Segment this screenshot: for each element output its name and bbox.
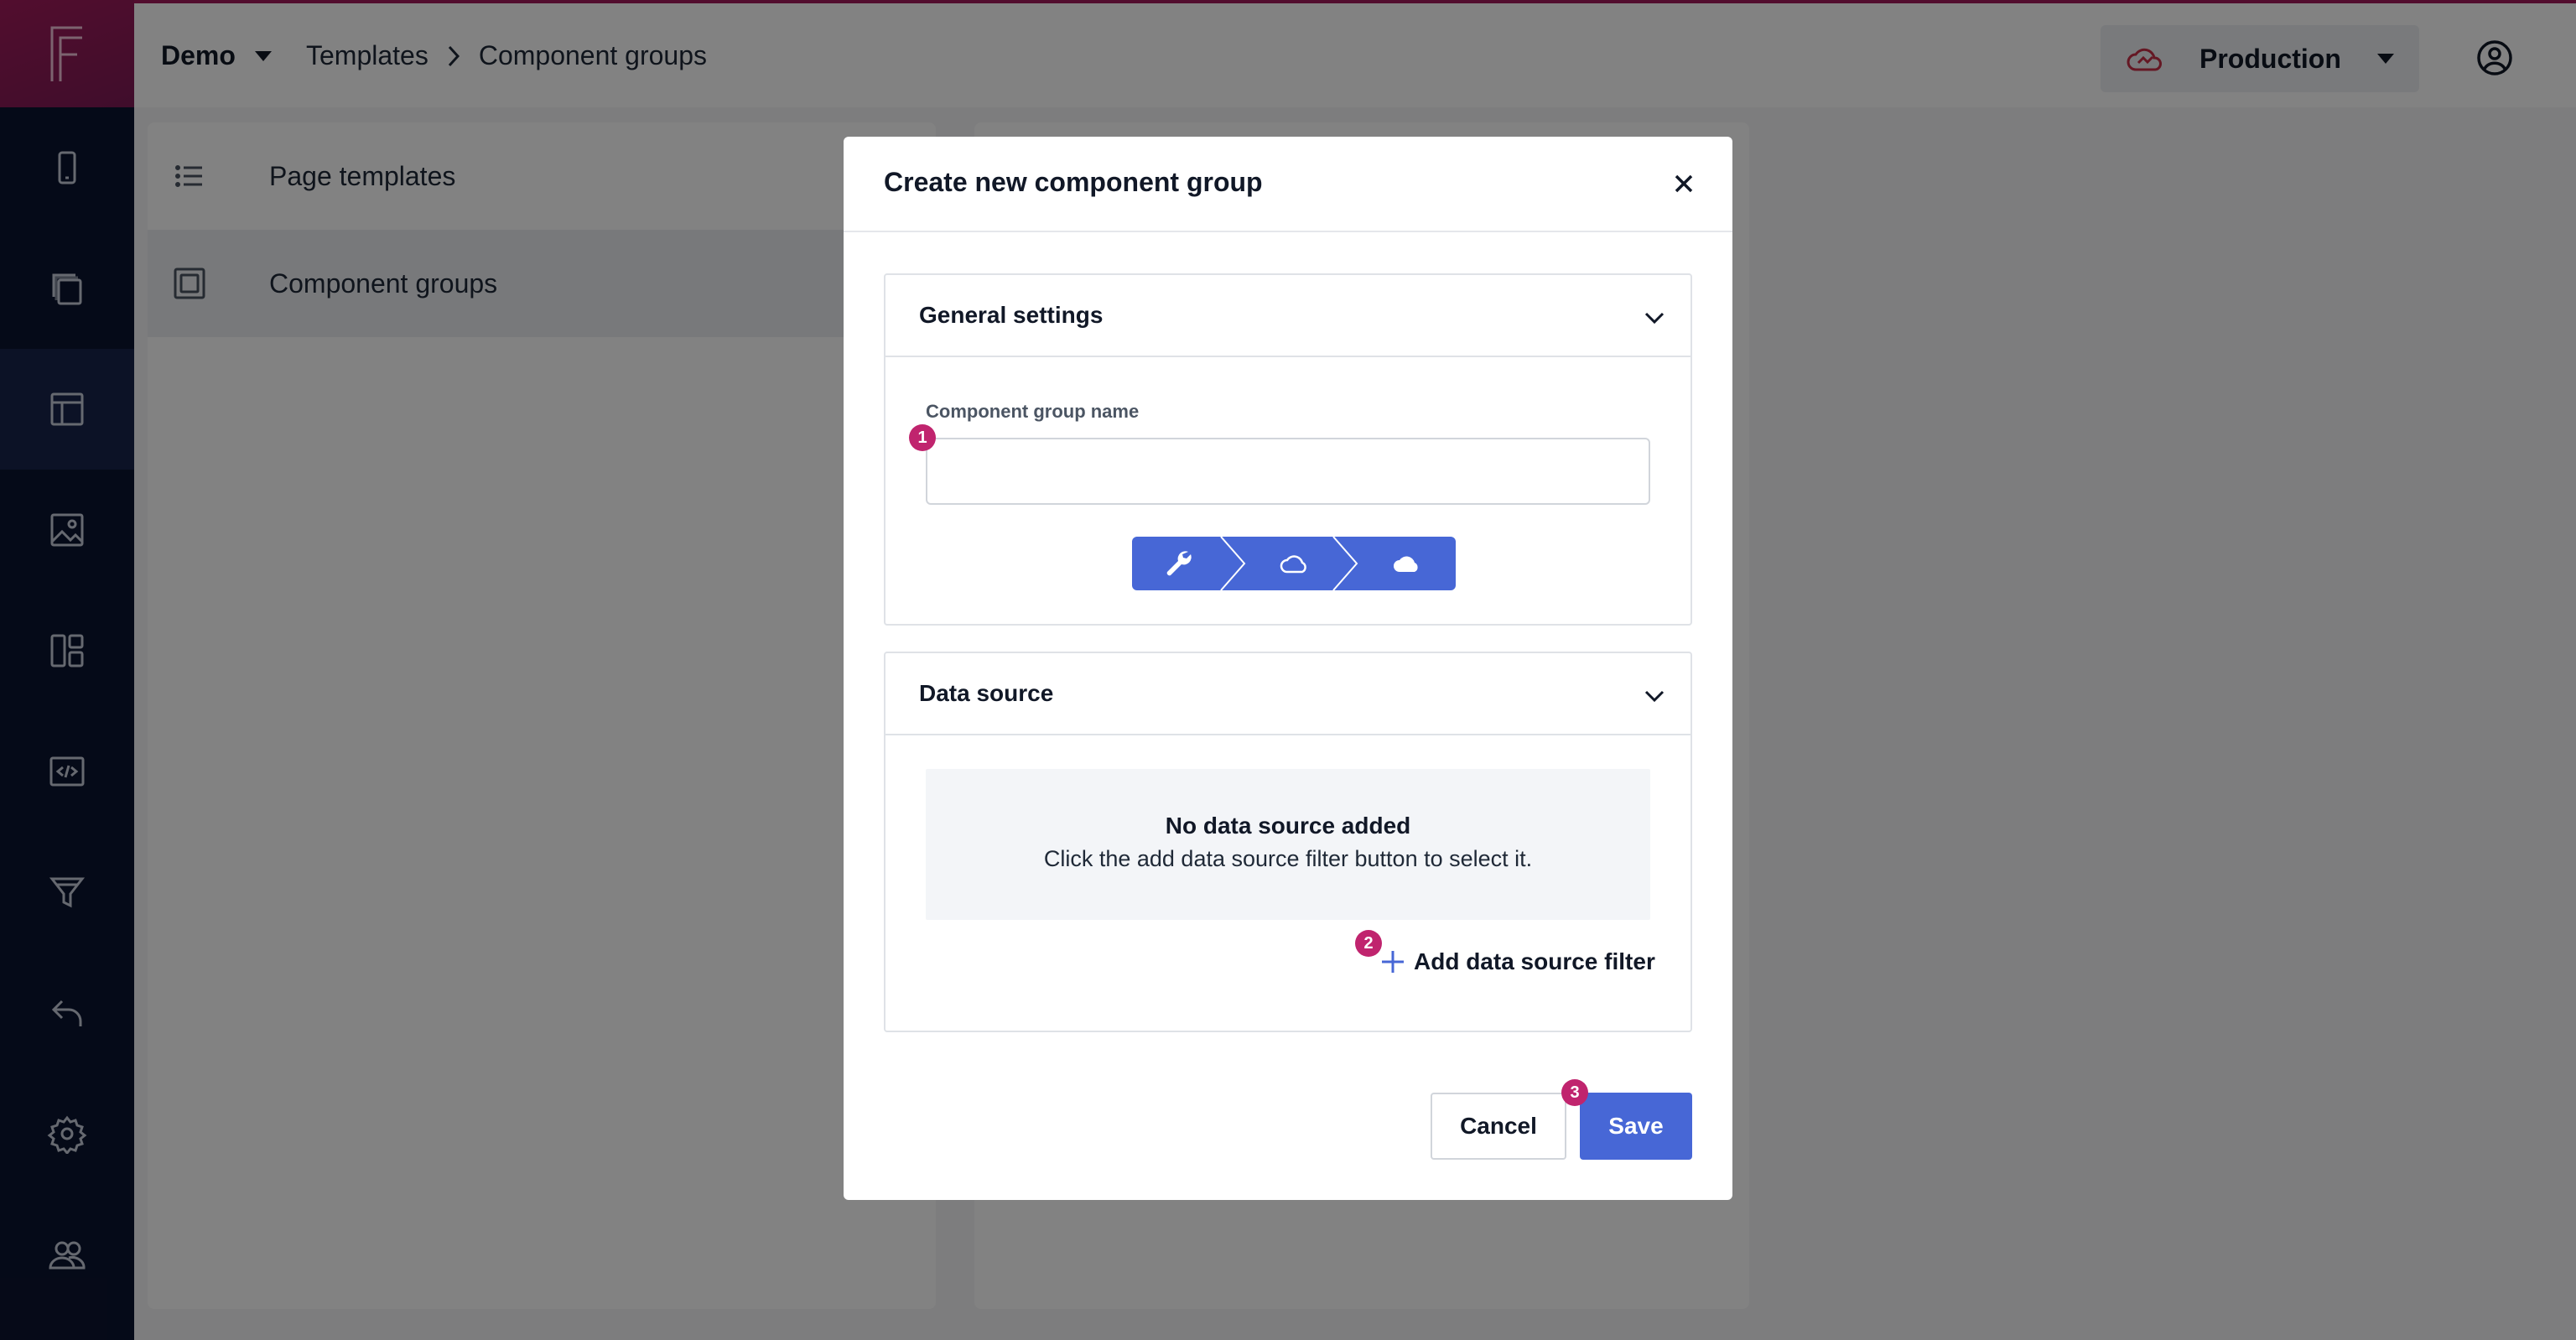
save-button[interactable]: Save bbox=[1580, 1093, 1692, 1160]
step-production[interactable] bbox=[1360, 537, 1452, 590]
data-source-empty-state: No data source added Click the add data … bbox=[926, 769, 1650, 920]
step-separator bbox=[1332, 537, 1358, 590]
section-title: General settings bbox=[919, 302, 1104, 328]
cancel-button[interactable]: Cancel bbox=[1431, 1093, 1566, 1160]
section-title: Data source bbox=[919, 680, 1054, 706]
plus-icon bbox=[1382, 951, 1404, 973]
empty-state-title: No data source added bbox=[1165, 813, 1411, 839]
dialog-header: Create new component group bbox=[844, 137, 1732, 232]
deploy-stepper bbox=[1132, 537, 1456, 590]
create-component-group-dialog: Create new component group General setti… bbox=[844, 137, 1732, 1200]
chevron-down-icon bbox=[1644, 690, 1665, 703]
wrench-icon bbox=[1166, 551, 1192, 576]
chevron-down-icon bbox=[1644, 312, 1665, 325]
general-settings-section: General settings Component group name 1 bbox=[884, 273, 1692, 626]
add-filter-label: Add data source filter bbox=[1414, 948, 1655, 974]
component-group-name-input[interactable] bbox=[926, 438, 1650, 505]
step-separator bbox=[1220, 537, 1246, 590]
data-source-header[interactable]: Data source bbox=[886, 653, 1690, 735]
step-badge-3: 3 bbox=[1561, 1079, 1588, 1106]
step-staging[interactable] bbox=[1248, 537, 1340, 590]
data-source-section: Data source No data source added Click t… bbox=[884, 652, 1692, 1032]
component-group-name-label: Component group name bbox=[926, 401, 1140, 422]
step-draft[interactable] bbox=[1132, 537, 1224, 590]
add-data-source-filter-button[interactable]: Add data source filter bbox=[1380, 945, 1655, 979]
dialog-title: Create new component group bbox=[884, 167, 1263, 197]
cloud-filled-icon bbox=[1394, 556, 1418, 572]
step-badge-2: 2 bbox=[1355, 930, 1382, 957]
step-badge-1: 1 bbox=[909, 424, 936, 451]
empty-state-description: Click the add data source filter button … bbox=[1043, 846, 1533, 871]
close-icon[interactable] bbox=[1669, 169, 1699, 199]
cloud-outline-icon bbox=[1280, 555, 1306, 574]
general-settings-header[interactable]: General settings bbox=[886, 275, 1690, 357]
